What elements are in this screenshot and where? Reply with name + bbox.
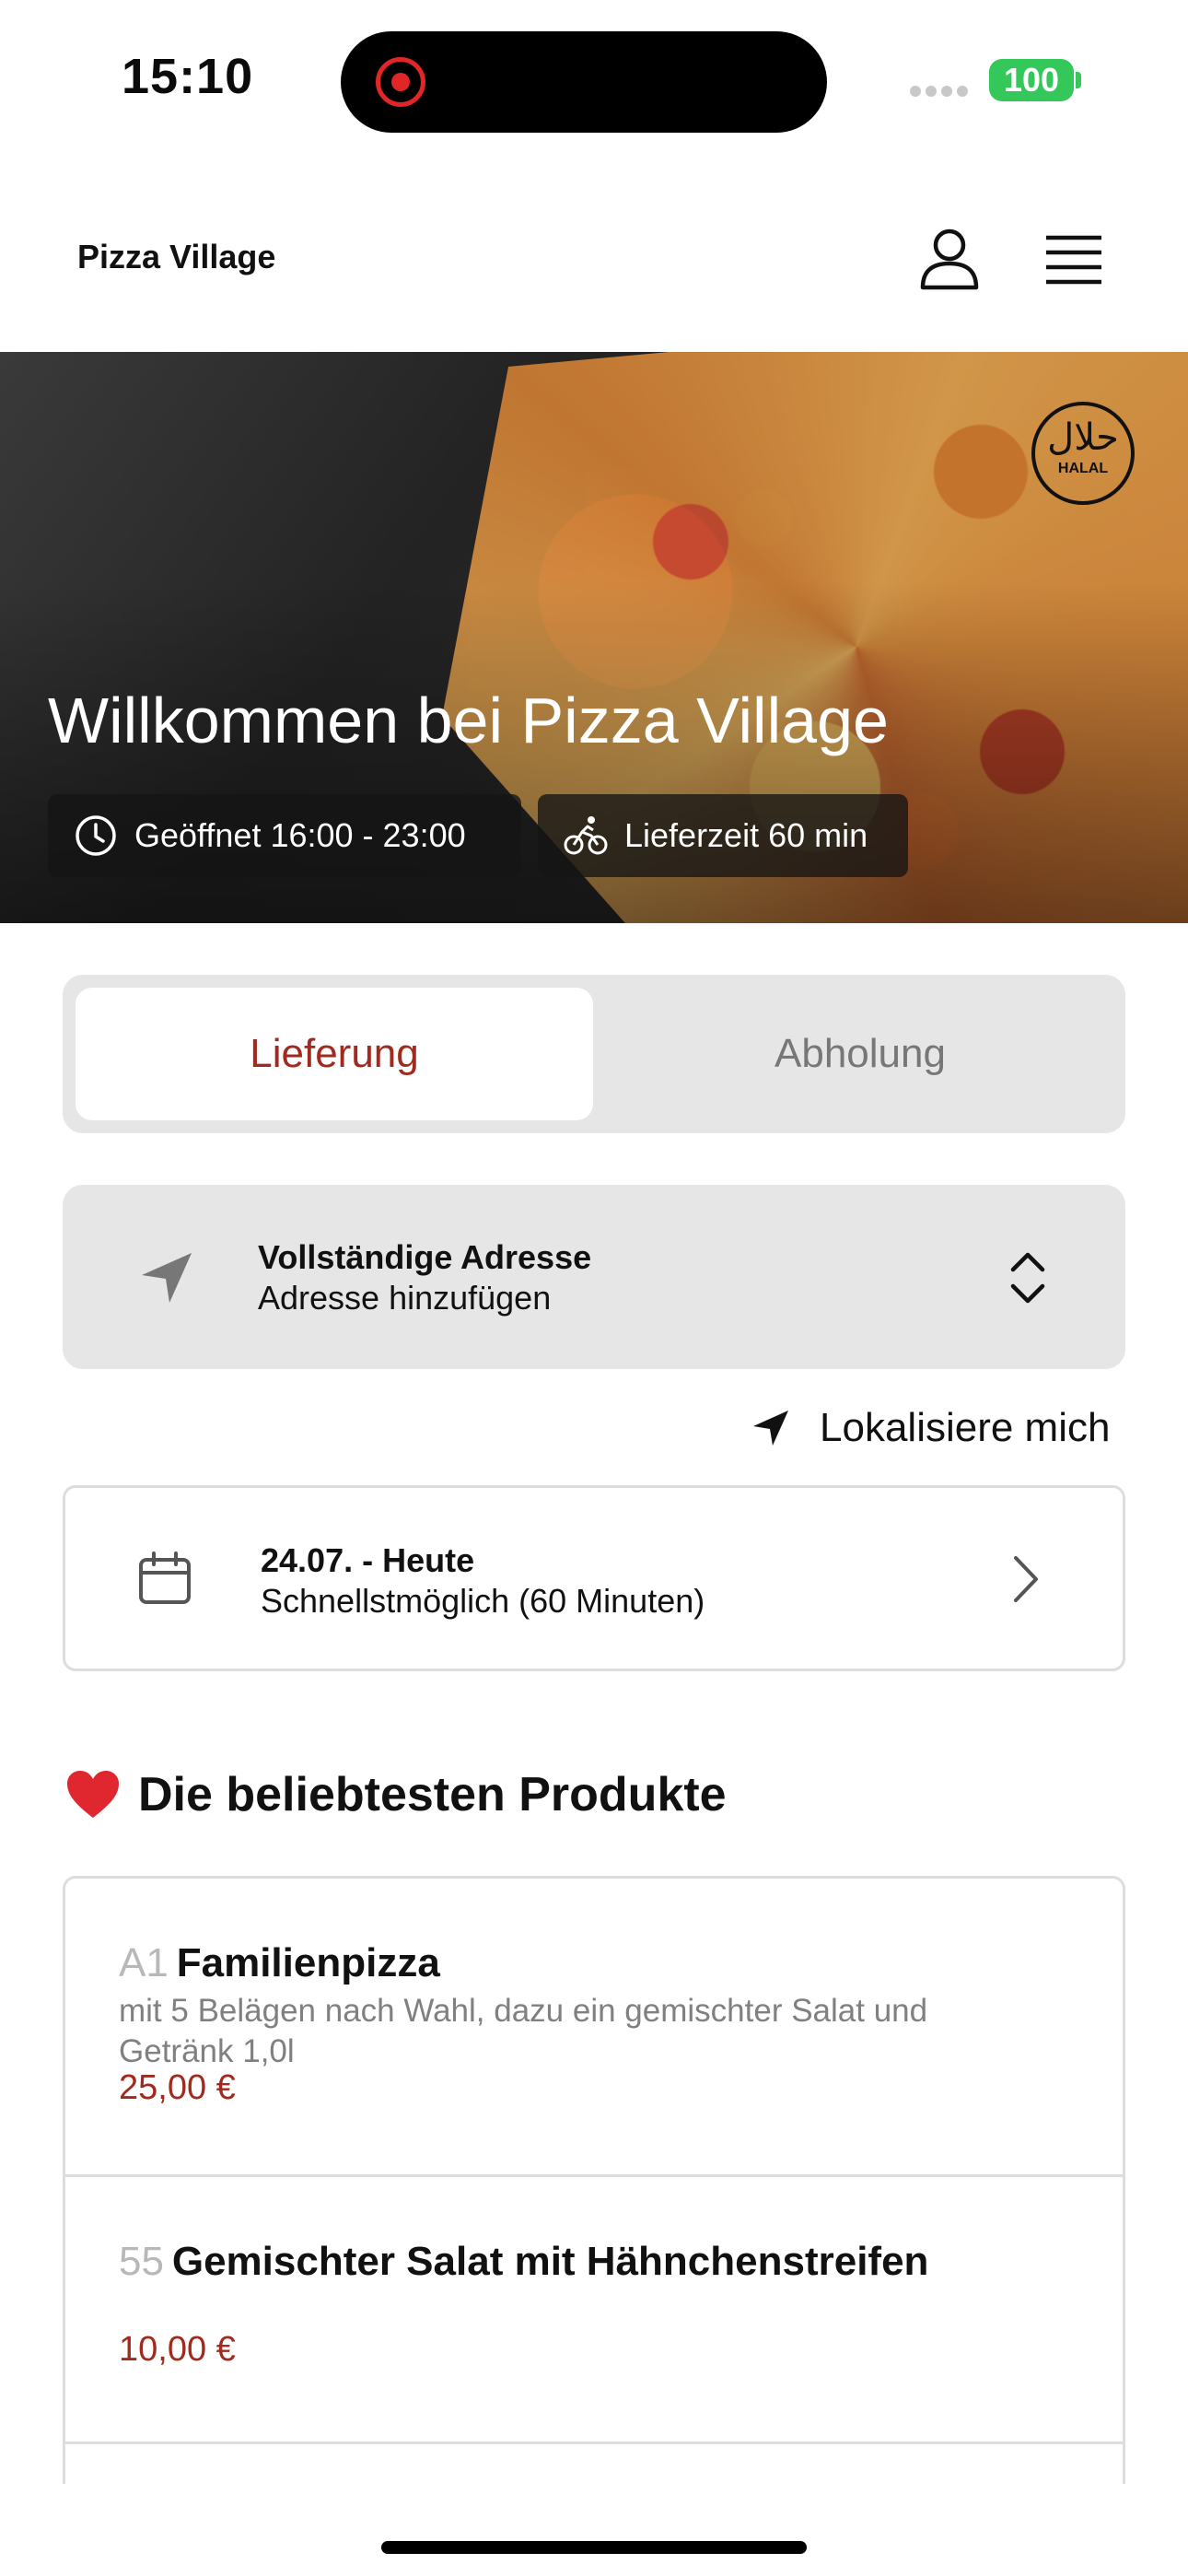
address-selector[interactable]: Vollständige Adresse Adresse hinzufügen xyxy=(63,1185,1125,1369)
product-item[interactable]: A1 Familienpizza mit 5 Belägen nach Wahl… xyxy=(65,1879,1123,2177)
opening-hours-chip: Geöffnet 16:00 - 23:00 xyxy=(48,794,521,877)
product-number: A1 xyxy=(119,1940,169,1985)
product-price: 25,00 € xyxy=(119,2068,236,2107)
battery-icon: 100 xyxy=(989,59,1074,101)
halal-badge-label: HALAL xyxy=(1057,461,1109,476)
app-header: Pizza Village xyxy=(0,203,1188,350)
product-heading: A1 Familienpizza xyxy=(119,1939,1077,1996)
popular-products-heading: Die beliebtesten Produkte xyxy=(64,1767,727,1822)
product-number: 55 xyxy=(119,2239,164,2284)
signal-icon xyxy=(910,85,973,98)
tab-pickup[interactable]: Abholung xyxy=(608,988,1112,1120)
status-time: 15:10 xyxy=(122,49,254,104)
popular-products-title: Die beliebtesten Produkte xyxy=(138,1768,727,1821)
hamburger-menu-icon xyxy=(1046,235,1101,285)
app-screen: 15:10 100 Pizza Village حلال HALAL Willk… xyxy=(0,0,1188,2576)
location-arrow-icon xyxy=(753,1411,788,1446)
schedule-date: 24.07. - Heute xyxy=(261,1541,475,1579)
user-account-button[interactable] xyxy=(915,225,984,293)
chevron-up-down-icon xyxy=(1010,1252,1045,1304)
opening-hours-text: Geöffnet 16:00 - 23:00 xyxy=(134,816,466,854)
heart-icon xyxy=(67,1771,119,1818)
welcome-title: Willkommen bei Pizza Village xyxy=(48,685,889,756)
product-item[interactable]: 55 Gemischter Salat mit Hähnchenstreifen… xyxy=(65,2177,1123,2444)
dynamic-island xyxy=(341,31,827,133)
schedule-time: Schnellstmöglich (60 Minuten) xyxy=(261,1582,705,1620)
bicycle-icon xyxy=(564,816,608,855)
locate-me-label: Lokalisiere mich xyxy=(820,1405,1111,1450)
address-title: Vollständige Adresse xyxy=(258,1238,592,1276)
product-description: mit 5 Belägen nach Wahl, dazu ein gemisc… xyxy=(119,1993,928,2069)
product-heading: 55 Gemischter Salat mit Hähnchenstreifen xyxy=(119,2238,1077,2295)
halal-badge: حلال HALAL xyxy=(1031,402,1135,505)
locate-me-link[interactable]: Lokalisiere mich xyxy=(750,1399,1110,1458)
address-subtitle: Adresse hinzufügen xyxy=(258,1279,552,1317)
delivery-time-selector[interactable]: 24.07. - Heute Schnellstmöglich (60 Minu… xyxy=(63,1485,1125,1671)
calendar-icon xyxy=(139,1551,191,1604)
product-name: Familienpizza xyxy=(176,1940,440,1985)
delivery-time-chip: Lieferzeit 60 min xyxy=(538,794,908,877)
hero-banner: حلال HALAL Willkommen bei Pizza Village … xyxy=(0,352,1188,923)
product-name: Gemischter Salat mit Hähnchenstreifen xyxy=(171,2239,929,2284)
screen-record-icon xyxy=(376,57,425,107)
location-arrow-icon xyxy=(142,1253,192,1303)
menu-button[interactable] xyxy=(1041,230,1107,289)
product-price: 10,00 € xyxy=(119,2330,236,2369)
halal-badge-arabic: حلال xyxy=(1047,417,1119,458)
battery-tip xyxy=(1076,72,1081,88)
status-bar: 15:10 100 xyxy=(0,0,1188,161)
user-icon xyxy=(920,228,979,290)
delivery-time-text: Lieferzeit 60 min xyxy=(624,816,868,854)
home-indicator[interactable] xyxy=(381,2541,807,2554)
product-list: A1 Familienpizza mit 5 Belägen nach Wahl… xyxy=(63,1876,1125,2484)
order-mode-toggle: Lieferung Abholung xyxy=(63,975,1125,1133)
clock-icon xyxy=(76,815,116,856)
brand-title[interactable]: Pizza Village xyxy=(77,238,275,276)
chevron-right-icon xyxy=(1014,1556,1038,1602)
tab-delivery[interactable]: Lieferung xyxy=(76,988,593,1120)
